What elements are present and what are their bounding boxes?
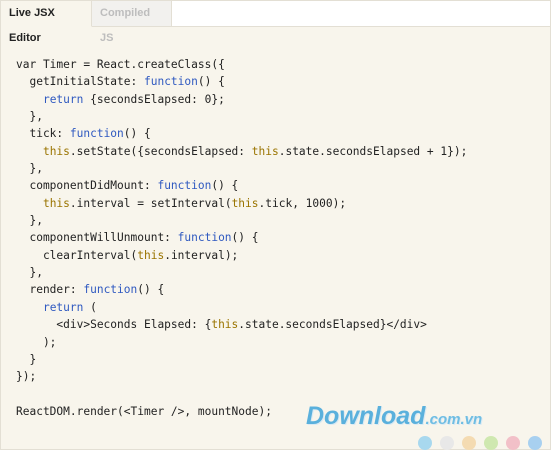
keyword-token: return bbox=[42, 300, 84, 314]
code-editor-area[interactable]: var Timer = React.createClass({ getIniti… bbox=[16, 56, 540, 420]
code-token: getInitialState: bbox=[16, 75, 144, 89]
code-line: this.setState({secondsElapsed: this.stat… bbox=[16, 143, 540, 160]
tab-compiled-js[interactable]: Compiled JS bbox=[92, 1, 172, 44]
watermark-dot bbox=[462, 436, 476, 450]
code-token: }, bbox=[16, 266, 43, 280]
editor-tab-bar: Live JSX Editor Compiled JS bbox=[1, 1, 550, 44]
code-token: render: bbox=[16, 283, 84, 297]
code-token: ); bbox=[16, 335, 57, 349]
code-line: clearInterval(this.interval); bbox=[16, 247, 540, 264]
code-token: () { bbox=[231, 231, 259, 245]
code-line: this.interval = setInterval(this.tick, 1… bbox=[16, 195, 540, 212]
code-line: componentDidMount: function() { bbox=[16, 177, 540, 194]
code-token: }, bbox=[16, 110, 43, 124]
keyword-token: function bbox=[143, 75, 198, 89]
code-line: } bbox=[16, 351, 540, 368]
this-token: this bbox=[42, 144, 70, 158]
code-token: var Timer = React.createClass({ bbox=[16, 58, 225, 71]
watermark-dot bbox=[484, 436, 498, 450]
this-token: this bbox=[231, 196, 259, 210]
watermark-logo: Download.com.vn bbox=[306, 402, 482, 431]
code-token: }, bbox=[16, 162, 43, 176]
code-token: }); bbox=[16, 370, 37, 384]
code-token: }, bbox=[16, 214, 43, 228]
code-token: .state.secondsElapsed + 1}); bbox=[278, 144, 468, 158]
code-token: () { bbox=[197, 75, 225, 89]
this-token: this bbox=[211, 318, 239, 332]
code-token: componentDidMount: bbox=[16, 179, 158, 193]
code-token: () { bbox=[123, 127, 151, 141]
code-line: <div>Seconds Elapsed: {this.state.second… bbox=[16, 316, 540, 333]
keyword-token: function bbox=[83, 283, 138, 297]
code-token: .tick, 1000); bbox=[258, 196, 347, 210]
code-token: {secondsElapsed: 0}; bbox=[83, 92, 225, 106]
code-line: }, bbox=[16, 108, 540, 125]
code-token: .interval); bbox=[164, 248, 239, 262]
code-token: () { bbox=[211, 179, 239, 193]
watermark-dot bbox=[418, 436, 432, 450]
code-line: getInitialState: function() { bbox=[16, 73, 540, 90]
code-token: clearInterval( bbox=[16, 248, 138, 262]
code-token: componentWillUnmount: bbox=[16, 231, 178, 245]
code-token: .interval = setInterval( bbox=[69, 196, 232, 210]
code-token: } bbox=[16, 352, 37, 366]
code-line: }); bbox=[16, 368, 540, 385]
watermark-dot bbox=[528, 436, 542, 450]
code-token: ReactDOM.render(<Timer />, mountNode); bbox=[16, 404, 272, 418]
code-token: .setState({secondsElapsed: bbox=[69, 144, 252, 158]
code-token: tick: bbox=[16, 127, 70, 141]
code-token: <div>Seconds Elapsed: { bbox=[16, 318, 212, 332]
watermark-dot bbox=[440, 436, 454, 450]
watermark-text: Download bbox=[306, 402, 426, 430]
code-token: .state.secondsElapsed}</div> bbox=[238, 318, 427, 332]
this-token: this bbox=[42, 196, 70, 210]
code-line: }, bbox=[16, 160, 540, 177]
code-line: }, bbox=[16, 212, 540, 229]
watermark-suffix: .com.vn bbox=[425, 411, 483, 428]
code-line: ); bbox=[16, 334, 540, 351]
watermark-dot bbox=[506, 436, 520, 450]
this-token: this bbox=[251, 144, 279, 158]
code-line: componentWillUnmount: function() { bbox=[16, 229, 540, 246]
code-token: () { bbox=[137, 283, 165, 297]
code-line: }, bbox=[16, 264, 540, 281]
keyword-token: function bbox=[177, 231, 232, 245]
code-token: ( bbox=[83, 300, 97, 314]
keyword-token: return bbox=[42, 92, 84, 106]
code-line: return {secondsElapsed: 0}; bbox=[16, 91, 540, 108]
code-line: tick: function() { bbox=[16, 125, 540, 142]
code-line: render: function() { bbox=[16, 281, 540, 298]
jsx-editor-panel: Live JSX Editor Compiled JS var Timer = … bbox=[0, 0, 551, 450]
this-token: this bbox=[137, 248, 165, 262]
code-line: return ( bbox=[16, 299, 540, 316]
keyword-token: function bbox=[69, 127, 124, 141]
tab-live-jsx-editor[interactable]: Live JSX Editor bbox=[1, 1, 92, 44]
keyword-token: function bbox=[157, 179, 212, 193]
code-line: var Timer = React.createClass({ bbox=[16, 56, 540, 73]
